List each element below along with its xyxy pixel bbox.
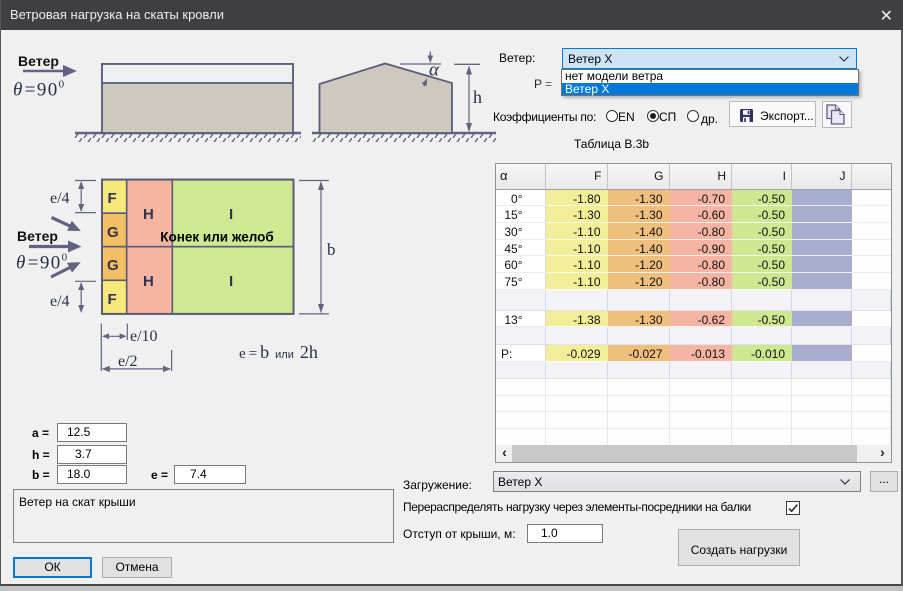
svg-text:h: h [473, 87, 482, 107]
svg-text:e/10: e/10 [130, 328, 158, 345]
svg-text:θ=900: θ=900 [13, 79, 66, 101]
svg-text:e/2: e/2 [118, 353, 138, 370]
svg-text:I: I [229, 273, 233, 290]
svg-text:G: G [107, 224, 119, 241]
svg-text:Ветер: Ветер [17, 228, 58, 244]
svg-text:Конек или желоб: Конек или желоб [160, 230, 273, 245]
svg-text:e/4: e/4 [50, 190, 70, 207]
svg-text:b: b [327, 240, 336, 259]
svg-text:F: F [108, 291, 117, 308]
svg-text:G: G [107, 257, 119, 274]
svg-text:e/4: e/4 [50, 293, 70, 310]
svg-text:F: F [108, 190, 117, 207]
svg-text:H: H [143, 273, 154, 290]
svg-text:θ=900: θ=900 [16, 252, 69, 274]
svg-text:I: I [229, 206, 233, 223]
svg-text:α: α [429, 59, 440, 80]
svg-text:H: H [143, 206, 154, 223]
svg-text:Ветер: Ветер [18, 53, 59, 69]
svg-text:e=bили2h: e = b или 2h [239, 342, 318, 362]
